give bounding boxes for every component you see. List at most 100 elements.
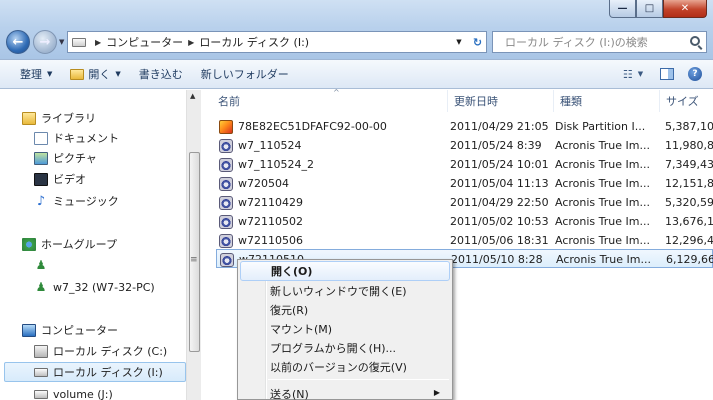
address-bar[interactable]: ▶ コンピューター ▶ ローカル ディスク (I:): [67, 31, 487, 53]
address-history-dropdown[interactable]: ▼: [452, 32, 466, 52]
help-button[interactable]: ?: [683, 63, 707, 85]
search-input[interactable]: ローカル ディスク (I:)の検索: [492, 31, 707, 53]
preview-pane-icon: [660, 68, 674, 80]
column-header-type[interactable]: 種類: [554, 90, 660, 112]
context-menu: 開く(O) 新しいウィンドウで開く(E) 復元(R) マウント(M) プログラム…: [237, 259, 453, 400]
file-size: 5,387,10: [665, 120, 713, 133]
document-icon: [34, 131, 48, 145]
minimize-button[interactable]: —: [609, 0, 636, 18]
change-view-button[interactable]: ☷ ▼: [615, 63, 651, 85]
music-icon: ♪: [36, 193, 46, 209]
chevron-down-icon: ▼: [115, 70, 121, 78]
column-header-name[interactable]: 名前 ^: [212, 88, 448, 112]
window-controls: — □ ✕: [609, 0, 707, 18]
breadcrumb-separator-icon[interactable]: ▶: [95, 38, 101, 47]
file-size: 11,980,8: [665, 139, 713, 152]
file-name: w7_110524: [238, 139, 302, 152]
sidebar-item-label: ローカル ディスク (C:): [53, 345, 168, 358]
table-row[interactable]: w72110506 2011/05/06 18:31 Acronis True …: [216, 231, 713, 250]
table-row[interactable]: 78E82EC51DFAFC92-00-00 2011/04/29 21:05 …: [216, 117, 713, 136]
recent-pages-dropdown[interactable]: ▼: [59, 38, 64, 46]
sidebar-item-label: コンピューター: [41, 324, 118, 337]
sidebar-item-label: ミュージック: [53, 195, 119, 208]
menu-item-label: 以前のバージョンの復元(V): [270, 361, 407, 374]
menu-item-mount[interactable]: マウント(M): [240, 319, 450, 339]
menu-item-restore[interactable]: 復元(R): [240, 300, 450, 320]
menu-item-open[interactable]: 開く(O): [240, 261, 450, 281]
sidebar-item-videos[interactable]: ビデオ: [34, 169, 86, 189]
file-date: 2011/05/10 8:28: [451, 253, 543, 266]
menu-item-send-to[interactable]: 送る(N) ▶: [240, 384, 450, 400]
menu-item-restore-previous-versions[interactable]: 以前のバージョンの復元(V): [240, 357, 450, 377]
back-button[interactable]: ←: [6, 30, 30, 54]
scrollbar-thumb[interactable]: [189, 152, 200, 352]
sidebar-item-library[interactable]: ライブラリ: [22, 108, 96, 128]
sidebar-item-documents[interactable]: ドキュメント: [34, 128, 119, 148]
burn-button[interactable]: 書き込む: [130, 62, 192, 86]
refresh-icon: ↻: [472, 35, 483, 49]
table-row[interactable]: w72110502 2011/05/02 10:53 Acronis True …: [216, 212, 713, 231]
column-header-date[interactable]: 更新日時: [448, 90, 554, 112]
tib-file-icon: [219, 158, 233, 172]
file-type: Acronis True Im...: [555, 215, 650, 228]
navigation-pane: ライブラリ ドキュメント ピクチャ ビデオ ♪ ミュージック ホームグループ ♟ …: [0, 90, 201, 400]
column-header-size[interactable]: サイズ: [660, 90, 713, 112]
refresh-button[interactable]: ↻: [468, 32, 487, 52]
menu-separator: [268, 379, 449, 380]
chevron-down-icon: ▼: [47, 70, 53, 78]
folder-icon: [70, 68, 85, 80]
menu-item-open-new-window[interactable]: 新しいウィンドウで開く(E): [240, 281, 450, 301]
drive-icon: [72, 37, 86, 47]
close-button[interactable]: ✕: [663, 0, 707, 18]
arrow-left-icon: ←: [12, 34, 24, 50]
minimize-icon: —: [617, 3, 628, 14]
open-button[interactable]: 開く ▼: [61, 62, 129, 86]
sidebar-item-pictures[interactable]: ピクチャ: [34, 148, 97, 168]
file-size: 5,320,59: [665, 196, 713, 209]
breadcrumb-computer[interactable]: コンピューター: [106, 34, 183, 50]
menu-item-label: 開く(O): [271, 265, 313, 278]
file-size: 12,296,4: [665, 234, 713, 247]
maximize-button[interactable]: □: [636, 0, 663, 18]
navigation-scrollbar[interactable]: ▲ ≡: [186, 90, 201, 400]
sidebar-item-computer[interactable]: コンピューター: [22, 320, 118, 340]
table-row[interactable]: w72110429 2011/04/29 22:50 Acronis True …: [216, 193, 713, 212]
table-row[interactable]: w720504 2011/05/04 11:13 Acronis True Im…: [216, 174, 713, 193]
menu-item-open-with[interactable]: プログラムから開く(H)...: [240, 338, 450, 358]
column-header-label: 名前: [218, 95, 240, 108]
sidebar-item-volume-j[interactable]: volume (J:): [34, 384, 113, 400]
organize-button[interactable]: 整理 ▼: [0, 62, 61, 86]
column-header-label: 種類: [560, 95, 582, 108]
file-size: 6,129,66: [666, 253, 713, 266]
table-row[interactable]: w7_110524_2 2011/05/24 10:01 Acronis Tru…: [216, 155, 713, 174]
organize-label: 整理: [20, 68, 42, 81]
breadcrumb-separator-icon[interactable]: ▶: [188, 38, 194, 47]
file-type: Acronis True Im...: [555, 177, 650, 190]
new-folder-label: 新しいフォルダー: [200, 68, 289, 81]
sidebar-item-drive-i[interactable]: ローカル ディスク (I:): [4, 362, 186, 382]
column-header-label: 更新日時: [454, 95, 498, 108]
forward-button[interactable]: →: [33, 30, 57, 54]
new-folder-button[interactable]: 新しいフォルダー: [192, 62, 298, 86]
video-icon: [34, 172, 48, 186]
breadcrumb-local-disk-i[interactable]: ローカル ディスク (I:): [199, 34, 309, 50]
sidebar-item-music[interactable]: ♪ ミュージック: [34, 191, 119, 211]
table-row[interactable]: w7_110524 2011/05/24 8:39 Acronis True I…: [216, 136, 713, 155]
column-header-label: サイズ: [666, 95, 699, 108]
preview-pane-button[interactable]: [655, 63, 679, 85]
sidebar-item-drive-c[interactable]: ローカル ディスク (C:): [34, 341, 167, 361]
burn-label: 書き込む: [138, 68, 183, 81]
search-icon[interactable]: [690, 36, 700, 46]
file-type: Disk Partition I...: [555, 120, 646, 133]
tib-file-icon: [219, 234, 233, 248]
arrow-right-icon: →: [39, 34, 51, 50]
menu-item-label: 復元(R): [270, 304, 309, 317]
sidebar-item-homegroup[interactable]: ホームグループ: [22, 234, 117, 254]
sidebar-item-homegroup-user[interactable]: ♟: [34, 255, 53, 275]
scroll-up-icon[interactable]: ▲: [190, 92, 195, 100]
menu-item-label: マウント(M): [270, 323, 333, 336]
view-list-icon: ☷: [622, 67, 633, 81]
file-date: 2011/05/02 10:53: [450, 215, 549, 228]
file-name: w72110429: [238, 196, 303, 209]
sidebar-item-w7-32[interactable]: ♟ w7_32 (W7-32-PC): [34, 277, 155, 297]
